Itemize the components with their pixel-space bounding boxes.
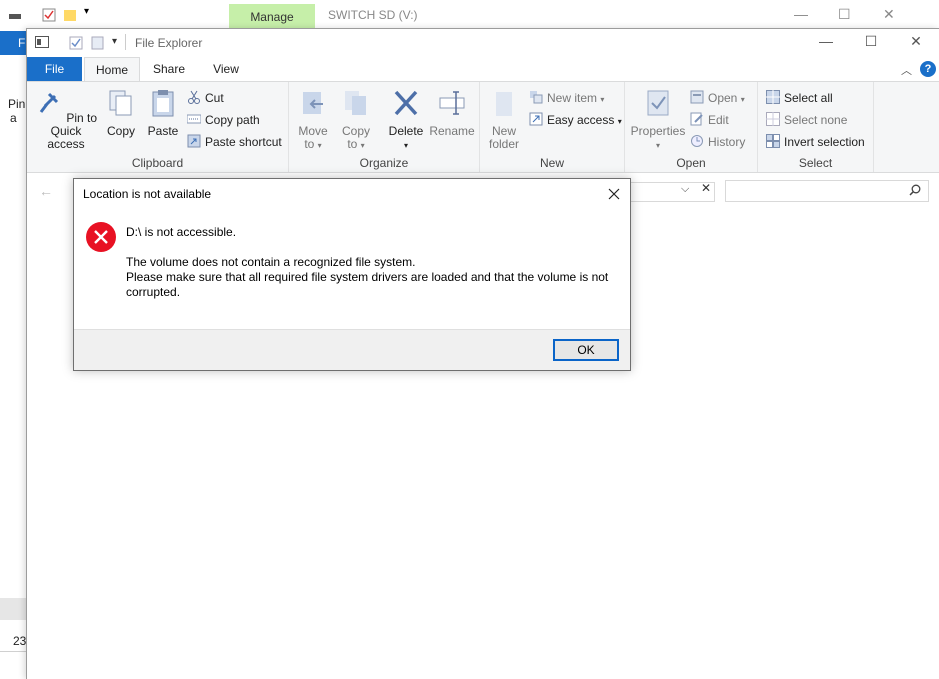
- background-titlebar: ▾ Manage SWITCH SD (V:) — ☐ ✕: [0, 0, 914, 31]
- tab-share[interactable]: Share: [144, 57, 194, 81]
- titlebar: ▾ File Explorer — ☐ ✕: [27, 29, 939, 57]
- address-dropdown-icon[interactable]: ⌵: [681, 183, 689, 196]
- move-to-icon: [303, 92, 323, 114]
- edit-icon: [690, 112, 703, 126]
- new-group: New folder New item ▾ Easy access ▾ New: [480, 82, 625, 172]
- bg-item-count: 23: [13, 634, 27, 648]
- cut-button[interactable]: Cut: [187, 89, 224, 107]
- open-label: Open: [676, 156, 706, 170]
- select-none-button[interactable]: Select none: [766, 111, 847, 129]
- search-icon[interactable]: [909, 184, 921, 196]
- properties-button[interactable]: Properties ▾: [629, 88, 687, 152]
- manage-tab[interactable]: Manage: [229, 4, 315, 31]
- window-icon: [35, 36, 49, 48]
- properties-check-icon[interactable]: [69, 36, 83, 50]
- dialog-title: Location is not available: [83, 187, 212, 201]
- rename-icon: [439, 91, 465, 115]
- new-folder-button[interactable]: New folder: [486, 88, 522, 151]
- copy-path-button[interactable]: Copy path: [187, 111, 260, 129]
- dialog-close-icon[interactable]: [604, 184, 624, 204]
- clipboard-group: Pin to Quick access Copy Paste Cut Copy p…: [27, 82, 289, 172]
- back-arrow-icon[interactable]: ←: [39, 183, 53, 199]
- ribbon-tabs: File Home Share View ︿ ?: [27, 57, 939, 82]
- select-label: Select: [798, 156, 833, 170]
- copy-icon: [109, 90, 132, 116]
- customize-dropdown-icon[interactable]: ▾: [112, 36, 117, 47]
- move-to-button[interactable]: Move to ▾: [296, 88, 330, 152]
- rename-button[interactable]: Rename: [429, 88, 475, 138]
- open-icon: [690, 90, 704, 104]
- new-folder-icon[interactable]: [91, 36, 105, 50]
- search-input[interactable]: [725, 180, 929, 202]
- delete-x-icon: [394, 90, 418, 116]
- select-none-icon: [766, 112, 780, 126]
- ribbon: Pin to Quick access Copy Paste Cut Copy p…: [27, 81, 939, 173]
- error-icon: [86, 222, 116, 252]
- invert-selection-button[interactable]: Invert selection: [766, 133, 865, 151]
- address-clear-icon[interactable]: ✕: [698, 180, 714, 196]
- background-window-title: SWITCH SD (V:): [328, 8, 418, 22]
- drive-icon: [9, 14, 21, 19]
- pin-to-quick-access-button[interactable]: Pin to Quick access: [33, 88, 99, 151]
- select-all-button[interactable]: Select all: [766, 89, 833, 107]
- invert-selection-icon: [766, 134, 780, 148]
- clipboard-label: Clipboard: [131, 156, 184, 170]
- bg-minimize-icon[interactable]: —: [794, 6, 808, 22]
- easy-access-icon: [529, 112, 543, 126]
- copy-to-button[interactable]: Copy to ▾: [339, 88, 373, 152]
- error-dialog: Location is not available D:\ is not acc…: [73, 178, 631, 371]
- dialog-detail-2: Please make sure that all required file …: [126, 270, 609, 299]
- copy-to-icon: [345, 91, 366, 115]
- history-icon: [691, 135, 703, 147]
- organize-label: Organize: [359, 156, 409, 170]
- open-group: Properties ▾ Open ▾ Edit History Open: [625, 82, 758, 172]
- scissors-icon: [188, 90, 200, 104]
- ok-button[interactable]: OK: [553, 339, 619, 361]
- bg-file-tab[interactable]: F: [0, 31, 26, 55]
- dialog-detail-1: The volume does not contain a recognized…: [126, 255, 416, 269]
- bg-close-icon[interactable]: ✕: [883, 6, 895, 23]
- paste-icon: [152, 90, 174, 117]
- window-title: File Explorer: [135, 36, 203, 50]
- maximize-icon[interactable]: ☐: [856, 33, 886, 53]
- new-folder-icon[interactable]: [63, 8, 77, 22]
- easy-access-button[interactable]: Easy access ▾: [529, 111, 622, 129]
- dialog-main-message: D:\ is not accessible.: [126, 225, 237, 239]
- tab-file[interactable]: File: [27, 57, 82, 81]
- paste-button[interactable]: Paste: [145, 88, 181, 138]
- titlebar-divider: [125, 34, 126, 50]
- history-button[interactable]: History: [690, 133, 745, 151]
- delete-button[interactable]: Delete ▾: [387, 88, 425, 152]
- tab-view[interactable]: View: [202, 57, 250, 81]
- new-label: New: [539, 156, 564, 170]
- copy-path-icon: [187, 114, 201, 124]
- dialog-footer: OK: [74, 329, 630, 370]
- bg-scroll-area: [0, 598, 28, 620]
- tab-home[interactable]: Home: [84, 57, 140, 82]
- bg-pin-label: Pin a: [8, 97, 26, 125]
- help-icon[interactable]: ?: [920, 61, 936, 77]
- new-item-icon: [530, 91, 543, 104]
- edit-button[interactable]: Edit: [690, 111, 729, 129]
- new-folder-icon: [496, 92, 512, 116]
- properties-check-icon[interactable]: [42, 8, 56, 22]
- customize-dropdown-icon[interactable]: ▾: [84, 6, 98, 20]
- properties-icon: [647, 90, 669, 116]
- minimize-icon[interactable]: —: [811, 33, 841, 53]
- new-item-button[interactable]: New item ▾: [529, 89, 604, 107]
- organize-group: Move to ▾ Copy to ▾ Delete ▾ Rename Organiz…: [289, 82, 480, 172]
- select-group: Select all Select none Invert selection …: [758, 82, 874, 172]
- copy-button[interactable]: Copy: [103, 88, 139, 138]
- open-button[interactable]: Open ▾: [690, 89, 745, 107]
- bg-maximize-icon[interactable]: ☐: [838, 6, 851, 23]
- collapse-ribbon-icon[interactable]: ︿: [901, 62, 912, 78]
- paste-shortcut-icon: [187, 134, 201, 148]
- select-all-icon: [766, 90, 780, 104]
- pin-icon: [39, 92, 59, 113]
- paste-shortcut-button[interactable]: Paste shortcut: [187, 133, 282, 151]
- close-icon[interactable]: ✕: [901, 33, 931, 53]
